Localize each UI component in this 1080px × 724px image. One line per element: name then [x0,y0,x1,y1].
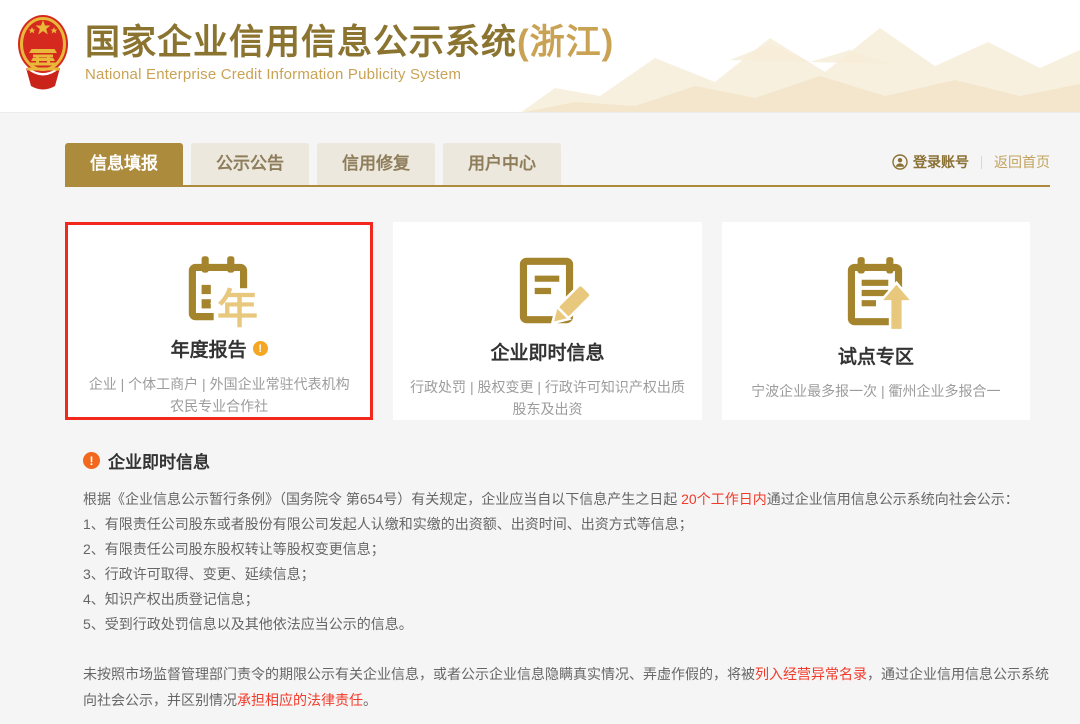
main-content: 信息填报 公示公告 信用修复 用户中心 登录账号 返回首页 [0,113,1080,724]
notice-item-2: 2、有限责任公司股东股权转让等股权变更信息； [83,537,1050,562]
document-edit-icon [504,246,590,336]
card-pilot-zone-title: 试点专区 [838,342,914,369]
card-instant-info-title: 企业即时信息 [490,338,604,365]
nav-divider [981,156,982,169]
svg-text:年: 年 [217,285,258,331]
function-cards: 年 年度报告 ! 企业 | 个体工商户 | 外国企业常驻代表机构 农民专业合作社 [65,222,1030,420]
notice-item-3: 3、行政许可取得、变更、延续信息； [83,562,1050,587]
tab-credit-repair[interactable]: 信用修复 [317,143,435,185]
card-pilot-zone[interactable]: 试点专区 宁波企业最多报一次 | 衢州企业多报合一 [722,222,1030,420]
report-upload-icon [833,246,919,340]
warning-badge-icon: ! [83,452,100,469]
login-account-link[interactable]: 登录账号 [892,152,969,172]
legal-liability-link[interactable]: 承担相应的法律责任 [237,692,363,708]
alert-badge-icon: ! [253,341,268,356]
login-account-label: 登录账号 [913,152,969,172]
notice-intro: 根据《企业信息公示暂行条例》（国务院令 第654号）有关规定，企业应当自以下信息… [83,487,1050,512]
card-annual-report[interactable]: 年 年度报告 ! 企业 | 个体工商户 | 外国企业常驻代表机构 农民专业合作社 [65,222,373,420]
instant-info-notice: ! 企业即时信息 根据《企业信息公示暂行条例》（国务院令 第654号）有关规定，… [83,448,1050,713]
notice-item-1: 1、有限责任公司股东或者股份有限公司发起人认缴和实缴的出资额、出资时间、出资方式… [83,512,1050,537]
calendar-year-icon: 年 [176,246,262,333]
notice-item-4: 4、知识产权出质登记信息； [83,587,1050,612]
card-annual-report-title: 年度报告 [171,335,247,362]
site-title-region: (浙江) [517,23,614,62]
tab-info-filing[interactable]: 信息填报 [65,143,183,185]
site-subtitle-english: National Enterprise Credit Information P… [85,66,614,83]
tab-user-center[interactable]: 用户中心 [443,143,561,185]
tab-bar: 信息填报 公示公告 信用修复 用户中心 登录账号 返回首页 [65,143,1050,187]
user-icon [892,154,908,170]
card-instant-info-subtitle: 行政处罚 | 股权变更 | 行政许可知识产权出质 股东及出资 [410,376,685,420]
site-title: 国家企业信用信息公示系统(浙江) [85,23,614,63]
return-home-link[interactable]: 返回首页 [994,152,1050,172]
notice-title: 企业即时信息 [108,448,210,473]
site-header: 国家企业信用信息公示系统(浙江) National Enterprise Cre… [0,0,1080,113]
deadline-highlight: 20个工作日内 [681,491,767,507]
card-pilot-zone-subtitle: 宁波企业最多报一次 | 衢州企业多报合一 [751,380,1000,402]
card-instant-info[interactable]: 企业即时信息 行政处罚 | 股权变更 | 行政许可知识产权出质 股东及出资 [393,222,701,420]
tab-public-announcement[interactable]: 公示公告 [191,143,309,185]
card-annual-report-subtitle: 企业 | 个体工商户 | 外国企业常驻代表机构 农民专业合作社 [89,373,350,417]
notice-footer: 未按照市场监督管理部门责令的期限公示有关企业信息，或者公示企业信息隐瞒真实情况、… [83,661,1050,713]
national-emblem-logo [16,12,70,92]
abnormal-list-link[interactable]: 列入经营异常名录 [755,666,867,682]
notice-item-5: 5、受到行政处罚信息以及其他依法应当公示的信息。 [83,612,1050,637]
